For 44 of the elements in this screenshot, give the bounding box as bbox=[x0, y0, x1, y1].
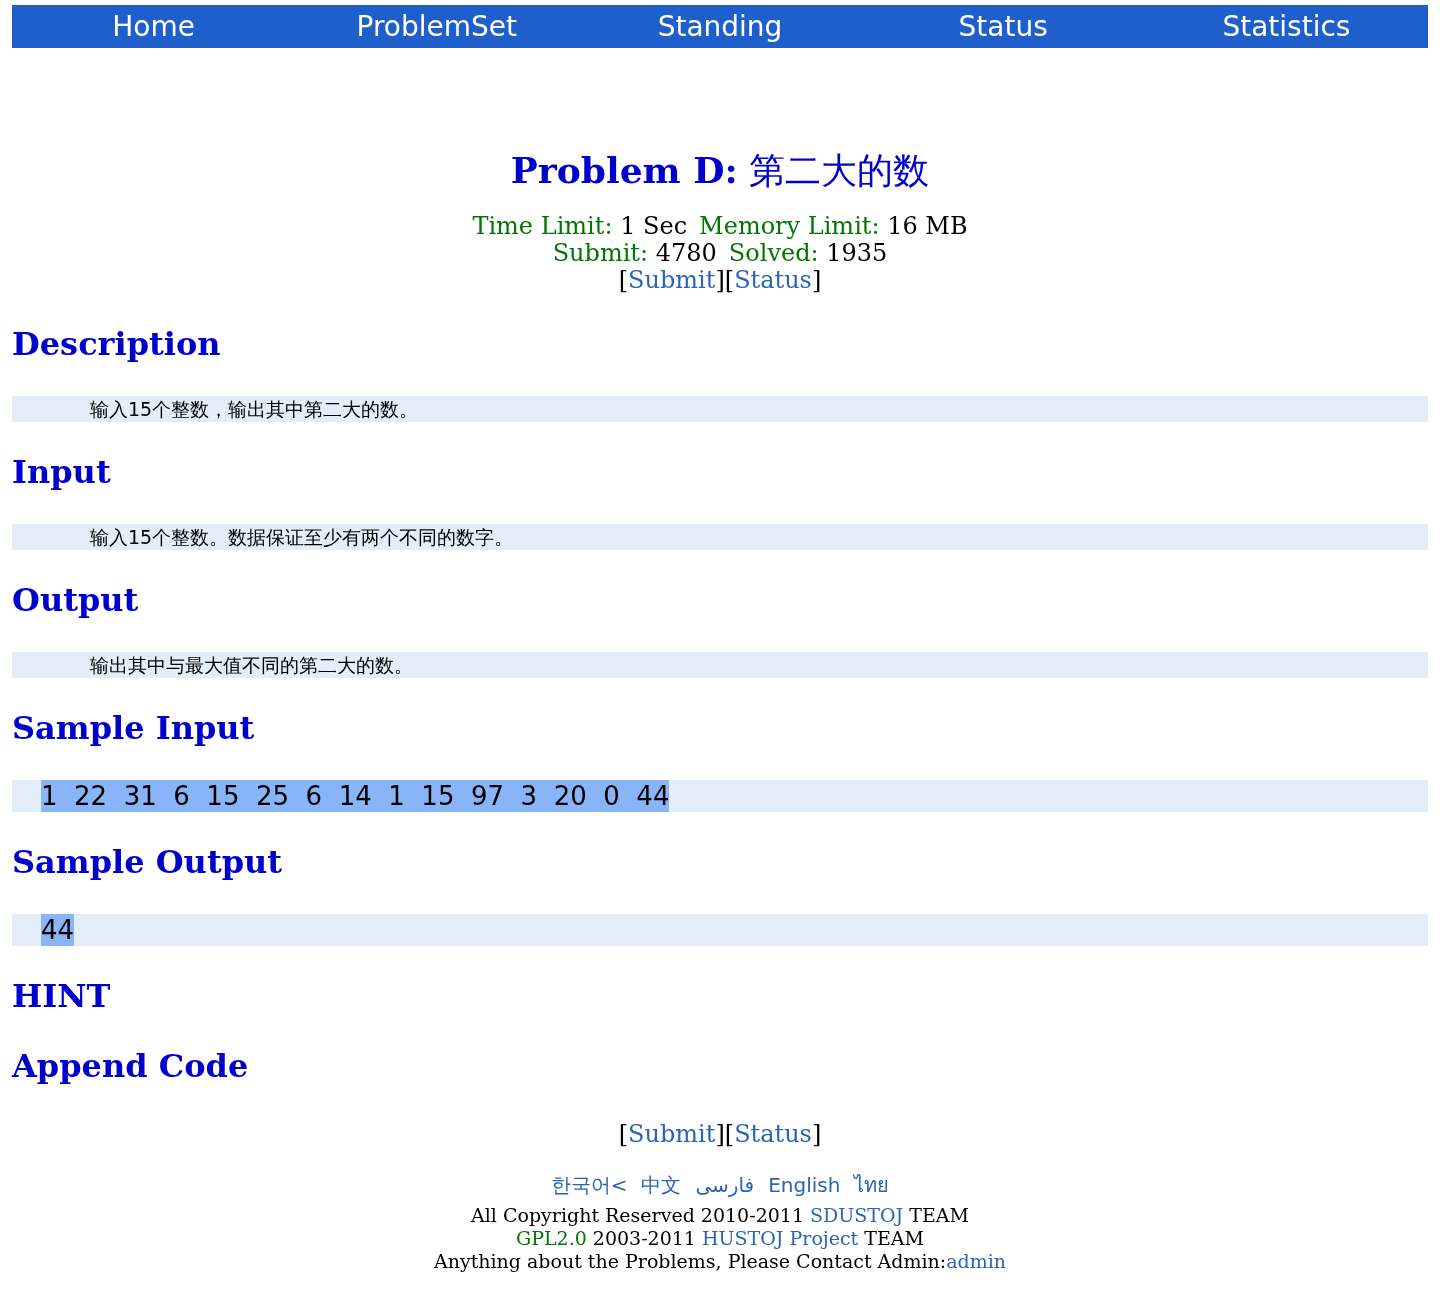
sdustoj-link[interactable]: SDUSTOJ bbox=[810, 1204, 904, 1226]
language-link[interactable]: 한국어< bbox=[550, 1170, 628, 1200]
problem-title: Problem D: 第二大的数 bbox=[510, 148, 930, 193]
nav-text-link[interactable]: Submit bbox=[628, 1120, 716, 1148]
language-link[interactable]: ไทย bbox=[854, 1170, 890, 1200]
nav-text-link[interactable]: Status bbox=[734, 1120, 812, 1148]
nav-link[interactable]: Standing bbox=[578, 5, 862, 48]
language-link[interactable]: English bbox=[768, 1170, 841, 1200]
nav-link[interactable]: Home bbox=[12, 5, 296, 48]
contact-text: Anything about the Problems, Please Contact Admin:admin bbox=[433, 1250, 1007, 1273]
nav-link[interactable]: Status bbox=[861, 5, 1145, 48]
section-text: 输入15个整数。数据保证至少有两个不同的数字。 bbox=[90, 524, 514, 550]
sample-data: 1 22 31 6 15 25 6 14 1 15 97 3 20 0 44 bbox=[41, 780, 670, 812]
sample-data: 44 bbox=[41, 914, 75, 946]
bracket-text: ] bbox=[811, 266, 822, 294]
limit-info: Memory Limit: 16 MB bbox=[699, 213, 968, 240]
language-link[interactable]: فارسی bbox=[695, 1170, 755, 1200]
gpl-link[interactable]: GPL2.0 bbox=[516, 1227, 587, 1249]
admin-link[interactable]: admin bbox=[946, 1250, 1007, 1272]
nav-text-link[interactable]: Submit bbox=[628, 266, 716, 294]
license-text: GPL2.0 2003-2011 HUSTOJ Project TEAM bbox=[516, 1227, 924, 1250]
language-link[interactable]: 中文 bbox=[641, 1170, 682, 1200]
section-heading: HINT bbox=[12, 976, 112, 1016]
bracket-text: ][ bbox=[715, 266, 735, 294]
bracket-text: ][ bbox=[715, 1120, 735, 1148]
section-text: 输出其中与最大值不同的第二大的数。 bbox=[90, 652, 413, 678]
section-heading: Sample Output bbox=[12, 842, 284, 882]
count-info: Submit: 4780 bbox=[552, 240, 717, 267]
count-info: Solved: 1935 bbox=[728, 240, 888, 267]
nav-text-link[interactable]: Status bbox=[734, 266, 812, 294]
section-heading: Sample Input bbox=[12, 708, 256, 748]
section-heading: Description bbox=[12, 324, 222, 364]
bracket-text: ] bbox=[811, 1120, 822, 1148]
section-heading: Input bbox=[12, 452, 112, 492]
nav-link[interactable]: Statistics bbox=[1144, 5, 1428, 48]
limit-info: Time Limit: 1 Sec bbox=[472, 213, 688, 240]
hustoj-link[interactable]: HUSTOJ Project bbox=[702, 1227, 859, 1249]
section-heading: Output bbox=[12, 580, 140, 620]
copyright-text: All Copyright Reserved 2010-2011 SDUSTOJ TEAM bbox=[471, 1204, 969, 1227]
bracket-text: [ bbox=[618, 266, 629, 294]
section-text: 输入15个整数，输出其中第二大的数。 bbox=[90, 396, 419, 422]
nav-link[interactable]: ProblemSet bbox=[295, 5, 579, 48]
bracket-text: [ bbox=[618, 1120, 629, 1148]
section-heading: Append Code bbox=[12, 1046, 250, 1086]
